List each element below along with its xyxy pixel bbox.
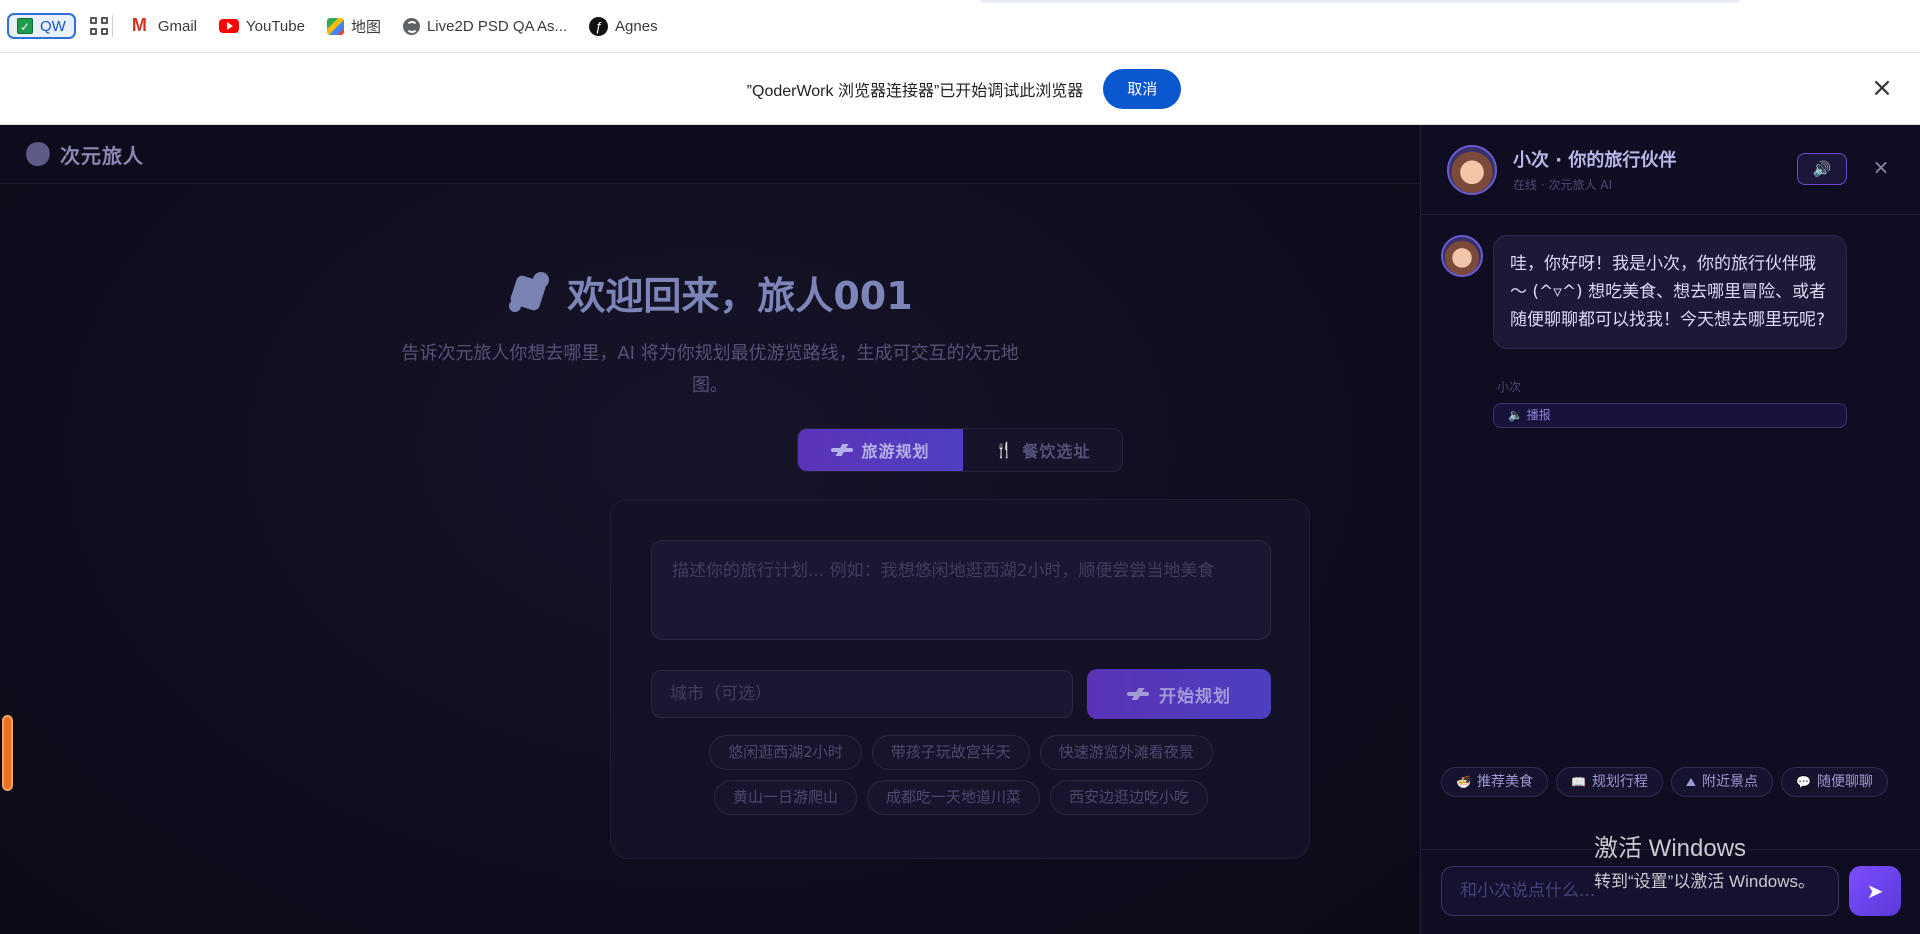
suggestion-chip[interactable]: 悠闲逛西湖2小时 <box>709 735 862 770</box>
suggestion-chip[interactable]: 带孩子玩故宫半天 <box>871 735 1030 770</box>
main-app: 次元旅人 欢迎回来，旅人001 告诉次元旅人你想去哪里，AI 将为你规划最优游览… <box>0 125 1420 934</box>
assistant-avatar <box>1447 144 1497 195</box>
quick-action-itinerary[interactable]: 📖 规划行程 <box>1555 767 1663 797</box>
notice-text: ”QoderWork 浏览器连接器”已开始调试此浏览器 <box>746 82 1084 100</box>
mode-tabs: 旅游规划 🍴 餐饮选址 <box>797 428 1123 472</box>
close-icon[interactable]: × <box>1868 75 1896 103</box>
start-button-label: 开始规划 <box>1159 686 1231 707</box>
suggestion-chip[interactable]: 西安边逛边吃小吃 <box>1050 780 1209 815</box>
logo-icon <box>22 138 54 170</box>
tab-dining-location[interactable]: 🍴 餐饮选址 <box>963 429 1122 471</box>
app-header: 次元旅人 <box>0 125 1420 184</box>
brand-name[interactable]: 次元旅人 <box>60 140 144 169</box>
speaker-icon[interactable]: 🔊 <box>1797 153 1847 185</box>
chat-panel: 小次 · 你的旅行伙伴 在线 · 次元旅人 AI 🔊 × 哇，你好呀！我是小次，… <box>1420 125 1920 934</box>
bookmark-agnes[interactable]: ƒ Agnes <box>581 12 666 40</box>
maps-icon <box>326 17 344 35</box>
puzzle-icon <box>507 270 553 316</box>
chat-header: 小次 · 你的旅行伙伴 在线 · 次元旅人 AI 🔊 × <box>1421 125 1920 215</box>
fork-knife-icon: 🍴 <box>994 441 1015 459</box>
agnes-icon: ƒ <box>589 16 609 36</box>
bookmark-label: YouTube <box>246 17 305 35</box>
message-sender: 小次 <box>1497 380 1522 394</box>
apps-grid-icon[interactable] <box>89 17 108 35</box>
bookmarks-bar: ✓ QW Gmail YouTube 地图 Live2D PSD QA As..… <box>0 0 1920 53</box>
watermark-title: 激活 Windows <box>1594 835 1747 862</box>
page-subtitle: 告诉次元旅人你想去哪里，AI 将为你规划最优游览路线，生成可交互的次元地图。 <box>401 343 1019 396</box>
quick-action-food[interactable]: 🍜 推荐美食 <box>1441 767 1548 797</box>
bookmark-maps[interactable]: 地图 <box>319 12 389 40</box>
close-icon[interactable]: × <box>1869 155 1893 179</box>
start-planning-button[interactable]: 开始规划 <box>1087 669 1271 719</box>
tab-travel-planning[interactable]: 旅游规划 <box>798 429 963 471</box>
suggestion-chip[interactable]: 黄山一日游爬山 <box>713 780 857 815</box>
chat-message: 哇，你好呀！我是小次，你的旅行伙伴哦～ (^▿^) 想吃美食、想去哪里冒险、或者… <box>1441 235 1847 349</box>
youtube-icon <box>219 19 239 33</box>
bookmark-youtube[interactable]: YouTube <box>211 12 313 40</box>
bookmark-live2d[interactable]: Live2D PSD QA As... <box>395 12 575 40</box>
quick-action-label: 规划行程 <box>1591 774 1648 790</box>
debug-notice-bar: ”QoderWork 浏览器连接器”已开始调试此浏览器 取消 × <box>0 53 1920 125</box>
page-title: 欢迎回来，旅人001 <box>507 265 913 320</box>
watermark-subtitle: 转到“设置”以激活 Windows。 <box>1594 872 1816 891</box>
windows-activation-watermark: 激活 Windows 转到“设置”以激活 Windows。 <box>1594 828 1815 892</box>
city-input[interactable]: 城市（可选） <box>651 670 1073 718</box>
chat-status: 在线 · 次元旅人 AI <box>1513 178 1613 192</box>
trip-description-input[interactable]: 描述你的旅行计划... 例如：我想悠闲地逛西湖2小时，顺便尝尝当地美食 <box>651 540 1271 640</box>
bookmark-qw[interactable]: ✓ QW <box>7 13 76 39</box>
broadcast-label: 播报 <box>1526 408 1551 422</box>
bookmark-separator <box>111 15 113 37</box>
bookmark-label: Agnes <box>615 17 658 35</box>
bookmark-label: QW <box>40 17 66 35</box>
suggestion-chip[interactable]: 快速游览外滩看夜景 <box>1039 735 1213 770</box>
plane-icon <box>1127 688 1149 700</box>
hero: 欢迎回来，旅人001 告诉次元旅人你想去哪里，AI 将为你规划最优游览路线，生成… <box>0 265 1420 402</box>
message-bubble: 哇，你好呀！我是小次，你的旅行伙伴哦～ (^▿^) 想吃美食、想去哪里冒险、或者… <box>1493 235 1847 349</box>
quick-action-label: 推荐美食 <box>1476 774 1533 790</box>
bookmark-label: Gmail <box>157 17 197 35</box>
suggestion-chips: 悠闲逛西湖2小时 带孩子玩故宫半天 快速游览外滩看夜景 黄山一日游爬山 成都吃一… <box>611 735 1311 815</box>
quick-actions: 🍜 推荐美食 📖 规划行程 ⛰ 附近景点 💬 随便聊聊 <box>1441 767 1901 797</box>
assistant-avatar <box>1441 235 1483 277</box>
planning-card: 描述你的旅行计划... 例如：我想悠闲地逛西湖2小时，顺便尝尝当地美食 城市（可… <box>610 499 1310 859</box>
globe-icon <box>402 17 420 35</box>
cancel-debug-button[interactable]: 取消 <box>1103 68 1182 109</box>
speech-bubble-icon: 💬 <box>1796 775 1811 789</box>
quick-action-nearby[interactable]: ⛰ 附近景点 <box>1670 767 1773 797</box>
mountain-icon: ⛰ <box>1685 775 1696 789</box>
quick-action-label: 随便聊聊 <box>1816 774 1873 790</box>
gmail-icon <box>131 15 151 36</box>
tab-label: 旅游规划 <box>861 442 930 461</box>
broadcast-button[interactable]: 🔈 播报 <box>1493 403 1847 428</box>
checkbox-icon: ✓ <box>17 18 33 34</box>
quick-action-label: 附近景点 <box>1702 774 1758 790</box>
quick-action-chat[interactable]: 💬 随便聊聊 <box>1781 767 1888 797</box>
bookmark-label: Live2D PSD QA As... <box>426 17 568 35</box>
bookmark-gmail[interactable]: Gmail <box>123 12 205 40</box>
send-button[interactable]: ➤ <box>1849 866 1901 916</box>
suggestion-chip[interactable]: 成都吃一天地道川菜 <box>866 780 1040 815</box>
tab-label: 餐饮选址 <box>1022 442 1091 461</box>
noodle-bowl-icon: 🍜 <box>1456 775 1471 789</box>
plane-icon <box>831 444 854 456</box>
side-drag-handle[interactable] <box>2 715 13 791</box>
bookmark-label: 地图 <box>350 18 381 36</box>
chat-title: 小次 · 你的旅行伙伴 <box>1513 150 1677 171</box>
welcome-text: 欢迎回来，旅人001 <box>567 274 913 318</box>
book-icon: 📖 <box>1570 775 1586 789</box>
